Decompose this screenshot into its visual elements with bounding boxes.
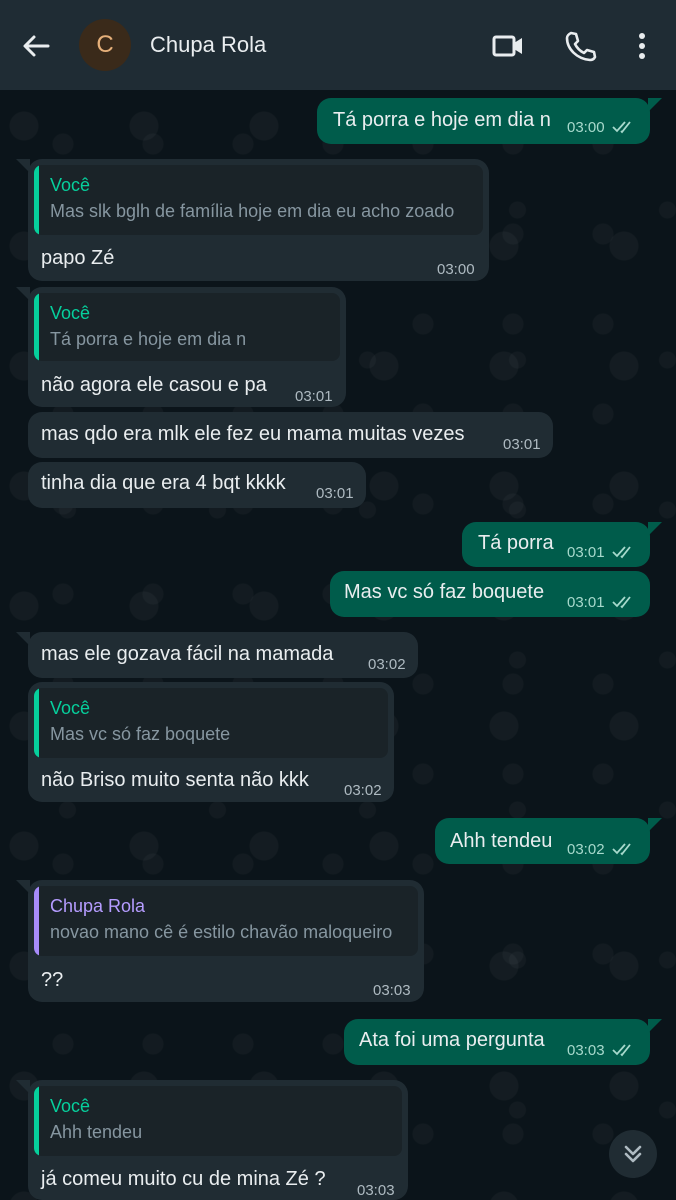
message-time: 03:01 — [295, 388, 333, 405]
message-text: não Briso muito senta não kkk — [41, 769, 309, 791]
message-time: 03:03 — [373, 982, 411, 999]
quoted-message[interactable]: Chupa Rola novao mano cê é estilo chavão… — [34, 886, 418, 956]
message-outgoing[interactable]: Ahh tendeu 03:02 — [435, 818, 650, 864]
quote-bar — [34, 1086, 39, 1156]
message-text: papo Zé — [41, 247, 115, 269]
message-time: 03:02 — [344, 782, 382, 799]
message-incoming[interactable]: mas qdo era mlk ele fez eu mama muitas v… — [28, 412, 553, 458]
message-time: 03:02 — [368, 656, 406, 673]
message-text: mas qdo era mlk ele fez eu mama muitas v… — [41, 423, 465, 445]
bubble-tail — [648, 522, 662, 536]
quote-author: Você — [50, 303, 91, 323]
quote-text: Tá porra e hoje em dia n — [50, 329, 247, 349]
message-text: Mas vc só faz boquete — [344, 581, 545, 603]
message-incoming-reply[interactable]: Chupa Rola novao mano cê é estilo chavão… — [28, 880, 424, 1002]
message-text: tinha dia que era 4 bqt kkkk — [41, 472, 286, 494]
quote-text: Mas slk bglh de família hoje em dia eu a… — [50, 201, 455, 221]
message-outgoing[interactable]: Tá porra e hoje em dia n 03:00 — [317, 98, 650, 144]
message-outgoing[interactable]: Mas vc só faz boquete 03:01 — [330, 571, 650, 617]
message-time: 03:03 — [357, 1182, 395, 1199]
contact-name[interactable]: Chupa Rola — [150, 32, 266, 58]
read-ticks-icon — [612, 1044, 631, 1057]
message-time: 03:02 — [567, 841, 605, 858]
quote-bar — [34, 165, 39, 235]
message-time: 03:01 — [567, 544, 605, 561]
back-arrow-icon[interactable] — [20, 30, 52, 62]
quote-text: novao mano cê é estilo chavão maloqueiro — [50, 922, 393, 942]
read-ticks-icon — [612, 546, 631, 559]
message-text: Ahh tendeu — [450, 830, 553, 852]
quote-text: Mas vc só faz boquete — [50, 724, 231, 744]
quoted-message[interactable]: Você Tá porra e hoje em dia n — [34, 293, 340, 361]
quote-author: Você — [50, 1096, 91, 1116]
quoted-message[interactable]: Você Mas vc só faz boquete — [34, 688, 388, 758]
message-time: 03:00 — [437, 261, 475, 278]
double-chevron-down-icon — [624, 1145, 642, 1163]
message-time: 03:00 — [567, 119, 605, 136]
read-ticks-icon — [612, 121, 631, 134]
read-ticks-icon — [612, 596, 631, 609]
message-text: Ata foi uma pergunta — [359, 1029, 545, 1051]
bubble-tail — [648, 1019, 662, 1033]
quote-bar — [34, 886, 39, 956]
quote-bar — [34, 293, 39, 361]
message-outgoing[interactable]: Ata foi uma pergunta 03:03 — [344, 1019, 650, 1065]
message-outgoing[interactable]: Tá porra 03:01 — [462, 522, 650, 567]
message-text: Tá porra e hoje em dia n — [333, 109, 551, 131]
message-incoming-reply[interactable]: Você Ahh tendeu já comeu muito cu de min… — [28, 1080, 408, 1200]
quoted-message[interactable]: Você Mas slk bglh de família hoje em dia… — [34, 165, 483, 235]
read-ticks-icon — [612, 843, 631, 856]
message-time: 03:01 — [316, 485, 354, 502]
message-incoming-reply[interactable]: Você Mas slk bglh de família hoje em dia… — [28, 159, 489, 281]
bubble-tail — [648, 818, 662, 832]
bubble-tail — [16, 159, 30, 173]
bubble-tail — [16, 287, 30, 301]
message-text: Tá porra — [478, 532, 554, 554]
phone-icon[interactable] — [562, 28, 598, 64]
scroll-to-bottom-button[interactable] — [609, 1130, 657, 1178]
quote-bar — [34, 688, 39, 758]
avatar[interactable]: C — [79, 19, 131, 71]
bubble-tail — [16, 632, 30, 646]
message-incoming[interactable]: tinha dia que era 4 bqt kkkk 03:01 — [28, 462, 366, 508]
quote-author: Você — [50, 698, 91, 718]
message-incoming-reply[interactable]: Você Mas vc só faz boquete não Briso mui… — [28, 682, 394, 802]
video-call-icon[interactable] — [490, 28, 526, 64]
quote-author: Chupa Rola — [50, 896, 146, 916]
more-vertical-icon[interactable] — [624, 28, 660, 64]
quote-author: Você — [50, 175, 91, 195]
bubble-tail — [648, 98, 662, 112]
quote-text: Ahh tendeu — [50, 1122, 143, 1142]
message-incoming[interactable]: mas ele gozava fácil na mamada 03:02 — [28, 632, 418, 678]
message-incoming-reply[interactable]: Você Tá porra e hoje em dia n não agora … — [28, 287, 346, 407]
bubble-tail — [16, 1080, 30, 1094]
message-text: ?? — [41, 969, 64, 991]
bubble-tail — [16, 880, 30, 894]
message-text: já comeu muito cu de mina Zé ? — [41, 1168, 326, 1190]
message-time: 03:03 — [567, 1042, 605, 1059]
message-time: 03:01 — [567, 594, 605, 611]
message-time: 03:01 — [503, 436, 541, 453]
quoted-message[interactable]: Você Ahh tendeu — [34, 1086, 402, 1156]
message-text: não agora ele casou e pa — [41, 374, 267, 396]
chat-header: C Chupa Rola — [0, 0, 676, 90]
message-text: mas ele gozava fácil na mamada — [41, 643, 334, 665]
